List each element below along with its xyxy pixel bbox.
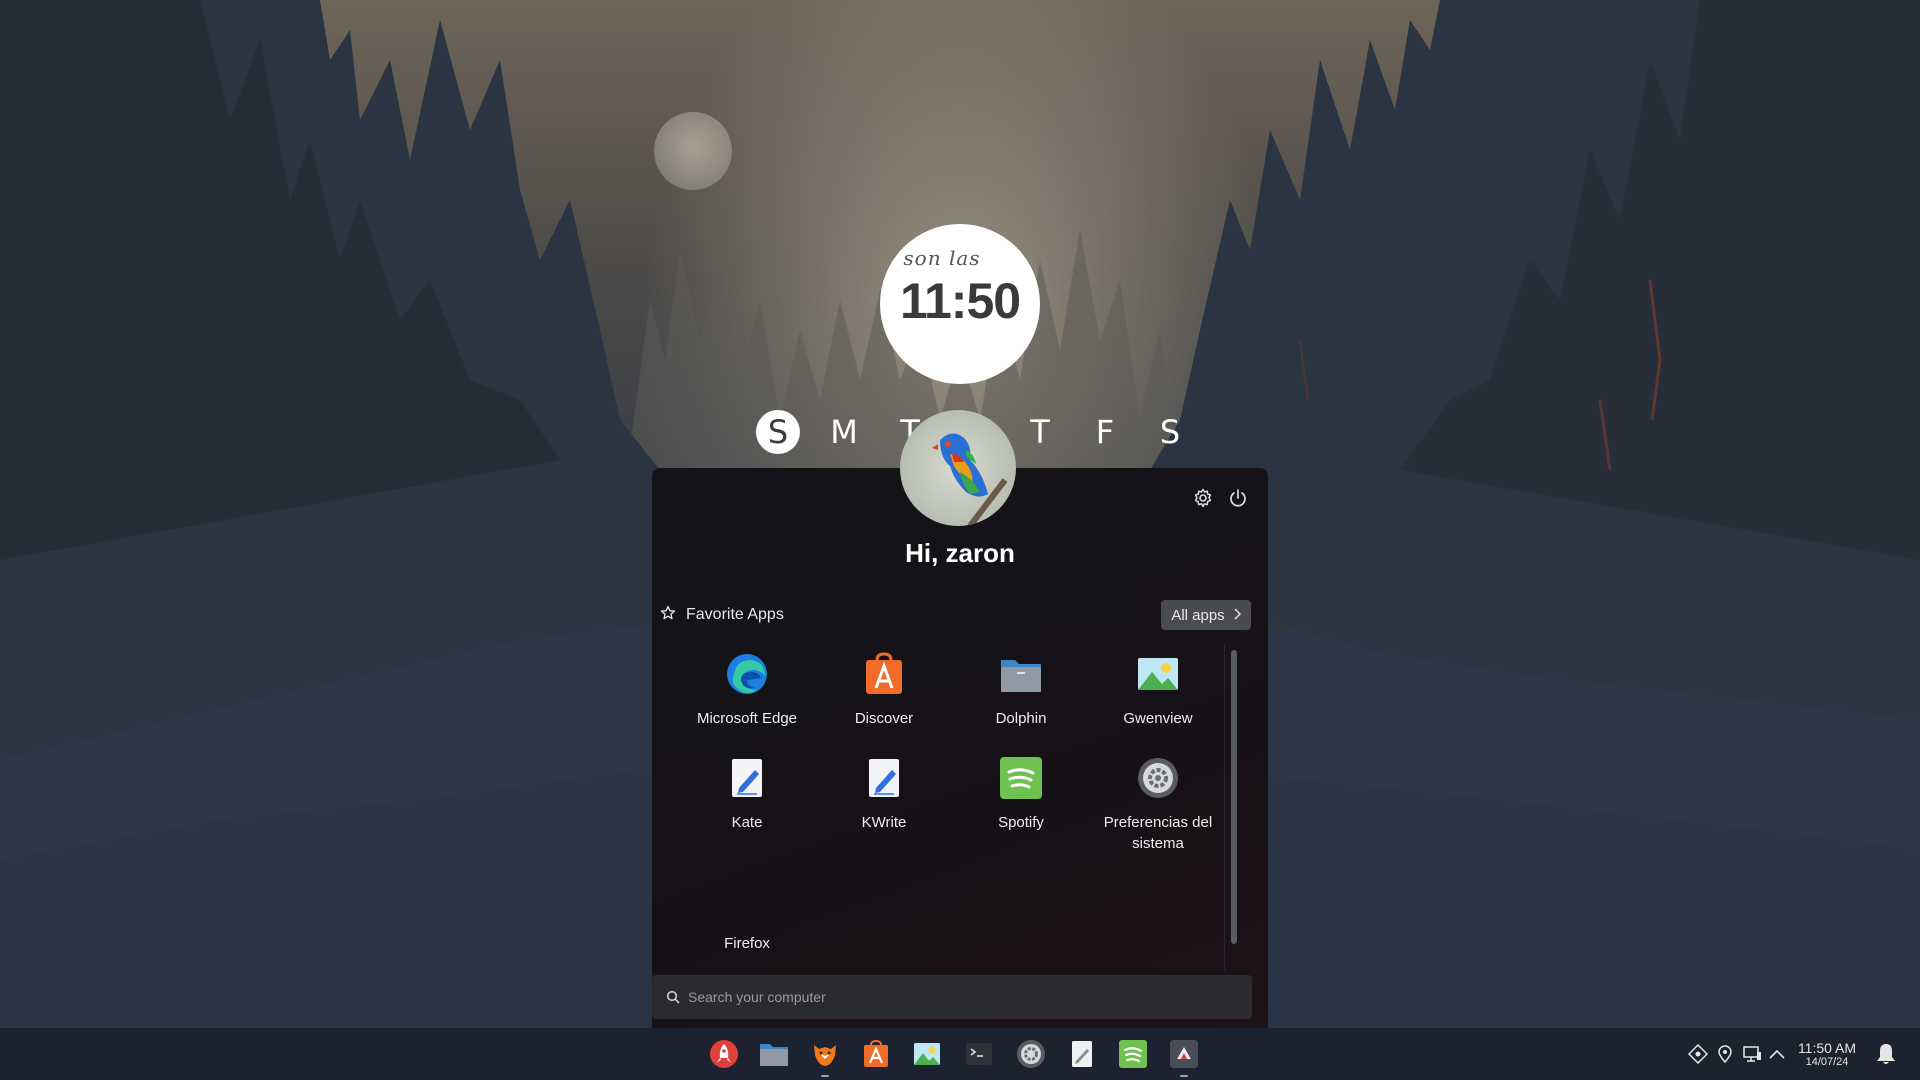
network-status-icon[interactable] (1687, 1043, 1709, 1065)
clock-prefix: son las (903, 246, 981, 270)
location-icon[interactable] (1714, 1043, 1736, 1065)
chevron-right-icon (1233, 607, 1241, 624)
text-editor-icon[interactable] (1066, 1038, 1098, 1070)
app-spotify[interactable]: Spotify (953, 756, 1089, 833)
user-avatar[interactable] (900, 410, 1016, 526)
kwrite-icon (862, 756, 906, 800)
star-icon (660, 605, 676, 626)
app-label: Preferencias del sistema (1103, 814, 1213, 852)
app-discover[interactable]: Discover (816, 652, 952, 729)
kate-icon (725, 756, 769, 800)
app-system-settings[interactable]: Preferencias del sistema (1090, 756, 1226, 854)
gear-icon[interactable] (1190, 485, 1216, 511)
terminal-icon[interactable] (963, 1038, 995, 1070)
app-dolphin[interactable]: Dolphin (953, 652, 1089, 729)
favorites-header: Favorite Apps (660, 604, 784, 626)
firefox-icon[interactable] (809, 1038, 841, 1077)
app-label: Kate (731, 814, 763, 831)
weekday-sunday: S (756, 410, 800, 454)
spotify-icon (999, 756, 1043, 800)
taskbar (0, 1028, 1920, 1080)
weekday-saturday: S (1159, 413, 1181, 451)
app-gwenview[interactable]: Gwenview (1090, 652, 1226, 729)
search-icon (666, 990, 680, 1004)
weekday-friday: F (1095, 413, 1115, 451)
app-label: Gwenview (1123, 710, 1193, 727)
discover-icon[interactable] (860, 1038, 892, 1070)
app-label: Firefox (724, 935, 770, 952)
tray-time: 11:50 AM (1797, 1040, 1857, 1056)
clock-widget: son las 11:50 (880, 224, 1040, 384)
sun-graphic (654, 112, 732, 190)
gwenview-icon (1136, 652, 1180, 696)
power-icon[interactable] (1225, 485, 1251, 511)
app-microsoft-edge[interactable]: Microsoft Edge (679, 652, 815, 729)
app-firefox[interactable]: Firefox (679, 881, 815, 954)
system-settings-icon[interactable] (1015, 1038, 1047, 1070)
running-indicator (821, 1075, 829, 1077)
edge-icon (725, 652, 769, 696)
file-manager-icon[interactable] (758, 1038, 790, 1070)
image-viewer-icon[interactable] (911, 1038, 943, 1070)
chevron-up-icon[interactable] (1766, 1043, 1788, 1065)
weekday-monday: M (830, 413, 858, 451)
dolphin-icon (999, 652, 1043, 696)
display-icon[interactable] (1741, 1043, 1763, 1065)
bell-icon[interactable] (1874, 1041, 1898, 1067)
tray-clock[interactable]: 11:50 AM 14/07/24 (1790, 1040, 1864, 1069)
all-apps-label: All apps (1171, 606, 1225, 624)
clock-time: 11:50 (899, 273, 1021, 329)
app-label: Dolphin (995, 710, 1047, 727)
scrollbar[interactable] (1231, 650, 1237, 944)
search-bar[interactable] (652, 975, 1252, 1019)
app-label: KWrite (861, 814, 907, 831)
system-settings-icon (1136, 756, 1180, 800)
app-label: Microsoft Edge (696, 710, 798, 727)
weekday-thursday: T (1030, 413, 1050, 451)
greeting-text: Hi, zaron (905, 538, 1015, 568)
discover-icon (862, 652, 906, 696)
spotify-icon[interactable] (1117, 1038, 1149, 1070)
search-input[interactable] (680, 976, 1252, 1018)
kde-connect-icon[interactable] (1168, 1038, 1200, 1077)
app-label: Discover (854, 710, 914, 727)
launcher-rocket-icon[interactable] (708, 1038, 740, 1070)
all-apps-button[interactable]: All apps (1161, 600, 1251, 630)
tray-date: 14/07/24 (1805, 1056, 1849, 1068)
favorites-label: Favorite Apps (686, 606, 784, 623)
app-label: Spotify (998, 814, 1044, 831)
running-indicator (1180, 1075, 1188, 1077)
app-kwrite[interactable]: KWrite (816, 756, 952, 833)
app-kate[interactable]: Kate (679, 756, 815, 833)
